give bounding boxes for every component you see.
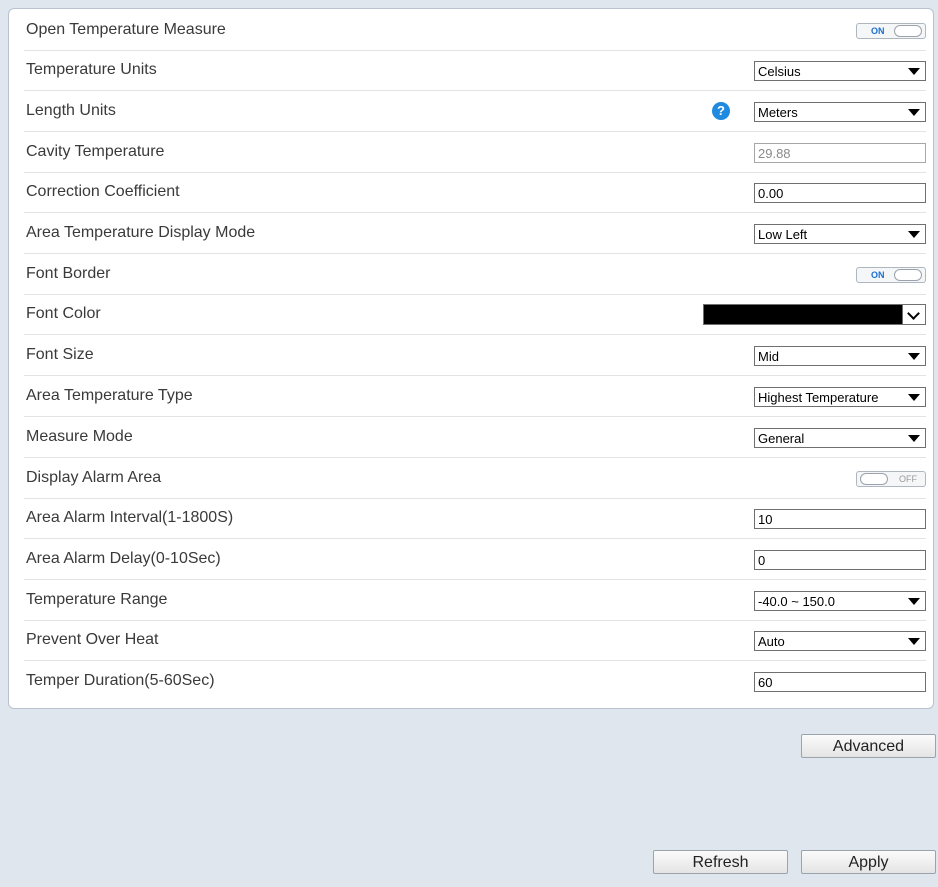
- font-size-select[interactable]: Mid: [754, 346, 926, 366]
- area-alarm-delay-label: Area Alarm Delay(0-10Sec): [26, 550, 221, 567]
- font-color-label: Font Color: [26, 305, 101, 322]
- row-font-color: Font Color: [24, 295, 926, 335]
- field-value: 60: [758, 675, 773, 690]
- area-alarm-interval-input[interactable]: 10: [754, 509, 926, 529]
- font-border-toggle[interactable]: ON: [856, 267, 926, 283]
- cavity-temperature-label: Cavity Temperature: [26, 143, 165, 160]
- area-temperature-display-mode-select[interactable]: Low Left: [754, 224, 926, 244]
- row-temperature-range: Temperature Range -40.0 ~ 150.0: [24, 581, 926, 621]
- row-display-alarm-area: Display Alarm Area OFF: [24, 459, 926, 499]
- prevent-over-heat-label: Prevent Over Heat: [26, 631, 159, 648]
- area-alarm-interval-label: Area Alarm Interval(1-1800S): [26, 509, 234, 526]
- toggle-knob: [894, 269, 922, 281]
- dropdown-arrow-icon: [908, 598, 920, 605]
- temper-duration-input[interactable]: 60: [754, 672, 926, 692]
- row-cavity-temperature: Cavity Temperature 29.88: [24, 133, 926, 173]
- field-value: 10: [758, 512, 773, 527]
- dropdown-arrow-icon: [908, 353, 920, 360]
- display-alarm-area-label: Display Alarm Area: [26, 469, 162, 486]
- field-value: 0: [758, 553, 766, 568]
- dropdown-arrow-icon: [908, 435, 920, 442]
- field-value: 0.00: [758, 186, 784, 201]
- select-value: Celsius: [758, 64, 801, 79]
- area-temperature-display-mode-label: Area Temperature Display Mode: [26, 224, 256, 241]
- row-open-temperature-measure: Open Temperature Measure ON: [24, 11, 926, 51]
- toggle-state-text: OFF: [899, 474, 917, 484]
- font-size-label: Font Size: [26, 346, 94, 363]
- dropdown-arrow-icon: [908, 109, 920, 116]
- row-font-border: Font Border ON: [24, 255, 926, 295]
- field-value: 29.88: [758, 146, 791, 161]
- correction-coefficient-label: Correction Coefficient: [26, 183, 180, 200]
- dropdown-arrow-icon: [908, 394, 920, 401]
- row-font-size: Font Size Mid: [24, 336, 926, 376]
- row-area-temperature-display-mode: Area Temperature Display Mode Low Left: [24, 214, 926, 254]
- select-value: Low Left: [758, 227, 808, 242]
- font-border-label: Font Border: [26, 265, 111, 282]
- temperature-settings-panel: Open Temperature Measure ON Temperature …: [8, 8, 934, 709]
- length-units-label: Length Units: [26, 102, 116, 119]
- select-value: Mid: [758, 349, 779, 364]
- prevent-over-heat-select[interactable]: Auto: [754, 631, 926, 651]
- row-length-units: Length Units ? Meters: [24, 92, 926, 132]
- row-correction-coefficient: Correction Coefficient 0.00: [24, 173, 926, 213]
- toggle-knob: [860, 473, 888, 485]
- row-area-temperature-type: Area Temperature Type Highest Temperatur…: [24, 377, 926, 417]
- open-temperature-measure-toggle[interactable]: ON: [856, 23, 926, 39]
- row-measure-mode: Measure Mode General: [24, 418, 926, 458]
- refresh-button[interactable]: Refresh: [653, 850, 788, 874]
- correction-coefficient-input[interactable]: 0.00: [754, 183, 926, 203]
- temper-duration-label: Temper Duration(5-60Sec): [26, 672, 215, 689]
- length-units-select[interactable]: Meters: [754, 102, 926, 122]
- color-dropdown-button[interactable]: [902, 305, 925, 324]
- measure-mode-select[interactable]: General: [754, 428, 926, 448]
- row-temper-duration: Temper Duration(5-60Sec) 60: [24, 662, 926, 702]
- select-value: Meters: [758, 105, 798, 120]
- row-area-alarm-delay: Area Alarm Delay(0-10Sec) 0: [24, 540, 926, 580]
- temperature-range-label: Temperature Range: [26, 591, 168, 608]
- row-area-alarm-interval: Area Alarm Interval(1-1800S) 10: [24, 499, 926, 539]
- open-temperature-measure-label: Open Temperature Measure: [26, 21, 226, 38]
- select-value: Auto: [758, 634, 785, 649]
- select-value: -40.0 ~ 150.0: [758, 594, 835, 609]
- apply-button[interactable]: Apply: [801, 850, 936, 874]
- cavity-temperature-field: 29.88: [754, 143, 926, 163]
- display-alarm-area-toggle[interactable]: OFF: [856, 471, 926, 487]
- advanced-button[interactable]: Advanced: [801, 734, 936, 758]
- chevron-down-icon: [907, 307, 920, 320]
- dropdown-arrow-icon: [908, 68, 920, 75]
- select-value: Highest Temperature: [758, 390, 879, 405]
- measure-mode-label: Measure Mode: [26, 428, 133, 445]
- area-alarm-delay-input[interactable]: 0: [754, 550, 926, 570]
- temperature-range-select[interactable]: -40.0 ~ 150.0: [754, 591, 926, 611]
- toggle-state-text: ON: [871, 270, 885, 280]
- dropdown-arrow-icon: [908, 231, 920, 238]
- temperature-units-select[interactable]: Celsius: [754, 61, 926, 81]
- area-temperature-type-select[interactable]: Highest Temperature: [754, 387, 926, 407]
- select-value: General: [758, 431, 805, 446]
- row-prevent-over-heat: Prevent Over Heat Auto: [24, 621, 926, 661]
- dropdown-arrow-icon: [908, 638, 920, 645]
- help-icon[interactable]: ?: [712, 102, 730, 120]
- toggle-state-text: ON: [871, 26, 885, 36]
- temperature-units-label: Temperature Units: [26, 61, 157, 78]
- area-temperature-type-label: Area Temperature Type: [26, 387, 193, 404]
- font-color-picker[interactable]: [703, 304, 926, 325]
- toggle-knob: [894, 25, 922, 37]
- row-temperature-units: Temperature Units Celsius: [24, 51, 926, 91]
